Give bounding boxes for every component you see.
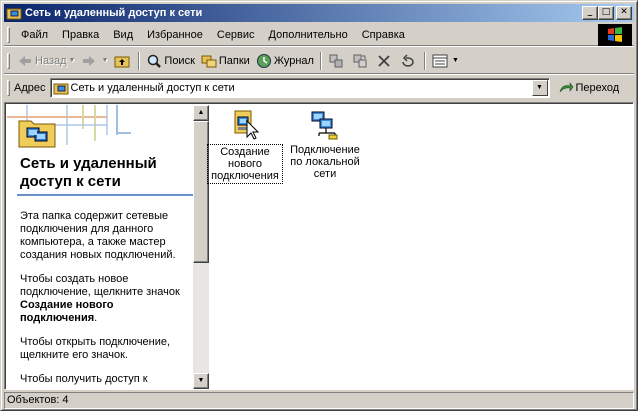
menu-tools[interactable]: Сервис	[210, 26, 262, 44]
menu-help[interactable]: Справка	[355, 26, 412, 44]
maximize-button[interactable]: □	[598, 6, 614, 20]
address-bar: Адрес Сеть и удаленный доступ к сети ▼ П…	[4, 76, 634, 100]
forward-dropdown-icon[interactable]: ▼	[101, 57, 108, 64]
status-bar: Объектов: 4	[4, 392, 634, 409]
history-label: Журнал	[273, 54, 314, 67]
folders-icon	[201, 53, 217, 69]
back-dropdown-icon[interactable]: ▼	[69, 57, 76, 64]
pane-paragraph: Эта папка содержит сетевые подключения д…	[20, 210, 176, 261]
go-button[interactable]: Переход	[558, 80, 620, 96]
toolbar-separator	[138, 51, 141, 70]
menu-bar: Файл Правка Вид Избранное Сервис Дополни…	[4, 24, 634, 46]
local-area-connection-label: Подключение по локальной сети	[290, 144, 360, 180]
local-area-connection-icon	[309, 109, 341, 141]
menu-edit[interactable]: Правка	[55, 26, 106, 44]
toolbar-separator	[423, 51, 426, 70]
status-object-count: Объектов: 4	[4, 392, 634, 409]
menu-favorites[interactable]: Избранное	[140, 26, 210, 44]
views-button[interactable]: ▼	[429, 50, 462, 72]
new-connection-label: Создание нового подключения	[207, 144, 283, 184]
back-label: Назад	[35, 54, 67, 67]
forward-arrow-icon	[81, 53, 97, 69]
menu-view[interactable]: Вид	[106, 26, 140, 44]
window-title: Сеть и удаленный доступ к сети	[25, 7, 203, 19]
title-bar[interactable]: Сеть и удаленный доступ к сети _ □ ✕	[4, 4, 634, 22]
delete-x-icon	[376, 53, 392, 69]
search-label: Поиск	[164, 54, 195, 67]
up-button[interactable]	[111, 50, 135, 72]
pane-text-span: .	[94, 312, 98, 324]
pane-description: Эта папка содержит сетевые подключения д…	[20, 210, 192, 389]
menu-file[interactable]: Файл	[14, 26, 55, 44]
search-button[interactable]: Поиск	[143, 50, 197, 72]
folders-button[interactable]: Папки	[198, 50, 253, 72]
move-to-icon	[328, 53, 344, 69]
pane-divider	[17, 194, 193, 196]
folders-label: Папки	[218, 54, 250, 67]
pane-text-span: Чтобы создать новое подключение, щелкнит…	[20, 273, 180, 298]
content-area: Сеть и удаленный доступ к сети Эта папка…	[4, 102, 634, 390]
views-dropdown-icon[interactable]: ▼	[452, 57, 459, 64]
windows-logo-icon	[598, 24, 632, 46]
views-icon	[432, 53, 448, 69]
close-button[interactable]: ✕	[616, 6, 632, 20]
toolbar-grip[interactable]	[7, 52, 10, 69]
undo-icon	[400, 53, 416, 69]
history-icon	[256, 53, 272, 69]
go-arrow-icon	[558, 80, 574, 96]
search-icon	[146, 53, 162, 69]
minimize-button[interactable]: _	[582, 6, 598, 20]
go-label: Переход	[575, 82, 620, 94]
new-connection-wizard-icon	[229, 109, 261, 141]
explorer-window: Сеть и удаленный доступ к сети _ □ ✕ Фай…	[0, 0, 638, 411]
copy-to-icon	[352, 53, 368, 69]
pane-paragraph: Чтобы открыть подключение, щелкните его …	[20, 336, 171, 361]
back-button[interactable]: Назад ▼	[14, 50, 78, 72]
local-area-connection-item[interactable]: Подключение по локальной сети	[287, 109, 363, 180]
new-connection-item[interactable]: Создание нового подключения	[207, 109, 283, 184]
new-connection-link: Создание нового подключения	[20, 299, 114, 324]
toolbar-separator	[319, 51, 322, 70]
delete-button[interactable]	[373, 50, 397, 72]
undo-button[interactable]	[397, 50, 421, 72]
history-button[interactable]: Журнал	[253, 50, 317, 72]
network-connections-folder-icon	[17, 113, 57, 152]
folder-up-icon	[114, 53, 130, 69]
standard-toolbar: Назад ▼ ▼ Поиск Папки Журнал ▼	[4, 48, 634, 74]
pane-paragraph: Чтобы создать новое подключение, щелкнит…	[20, 273, 192, 325]
back-arrow-icon	[17, 53, 33, 69]
address-label: Адрес	[14, 82, 46, 94]
copy-to-button[interactable]	[349, 50, 373, 72]
address-input[interactable]: Сеть и удаленный доступ к сети ▼	[49, 78, 550, 98]
pane-paragraph: Чтобы получить доступ к	[20, 373, 148, 385]
pane-title: Сеть и удаленный доступ к сети	[20, 155, 157, 190]
menu-advanced[interactable]: Дополнительно	[262, 26, 355, 44]
network-folder-icon	[6, 5, 22, 21]
menu-grip[interactable]	[7, 26, 10, 43]
address-dropdown-button[interactable]: ▼	[531, 80, 548, 96]
address-value: Сеть и удаленный доступ к сети	[70, 82, 235, 94]
network-folder-icon	[53, 80, 69, 96]
address-grip[interactable]	[7, 80, 10, 96]
forward-button[interactable]: ▼	[78, 50, 111, 72]
info-pane: Сеть и удаленный доступ к сети Эта папка…	[7, 105, 193, 389]
scroll-down-button[interactable]: ▼	[193, 373, 209, 389]
move-to-button[interactable]	[325, 50, 349, 72]
